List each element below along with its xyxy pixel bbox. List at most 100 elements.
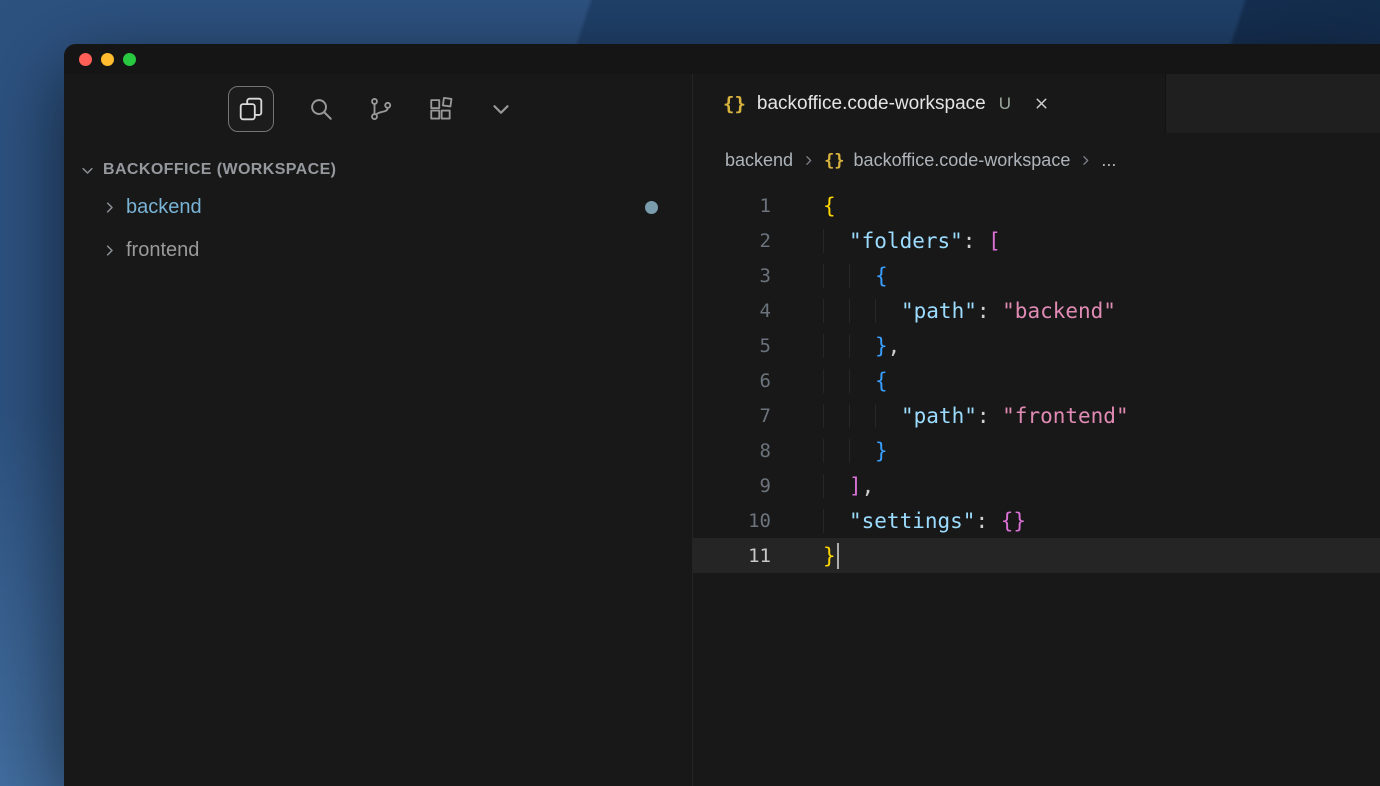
code-line-5[interactable]: 5}, (693, 328, 1380, 363)
code-token: "folders" (849, 228, 963, 253)
line-number[interactable]: 11 (693, 545, 771, 567)
line-content: "folders": [ (771, 228, 1001, 253)
tree-item-label: frontend (126, 239, 200, 261)
code-token: "frontend" (1002, 403, 1129, 428)
breadcrumb: backend {} backoffice.code-workspace ... (693, 133, 1380, 188)
more-views-icon[interactable] (488, 96, 514, 122)
code-token: { (875, 368, 888, 393)
breadcrumb-symbol[interactable]: ... (1101, 150, 1116, 171)
git-status-badge: U (998, 93, 1011, 113)
line-number[interactable]: 6 (693, 370, 771, 392)
line-number[interactable]: 7 (693, 405, 771, 427)
line-number[interactable]: 8 (693, 440, 771, 462)
code-token: "settings" (849, 508, 976, 533)
line-content: }, (771, 333, 901, 358)
breadcrumb-folder[interactable]: backend (725, 150, 793, 171)
code-token: , (861, 473, 875, 498)
code-token: "path" (901, 298, 977, 323)
modified-dot-indicator (645, 201, 658, 214)
close-icon[interactable] (1033, 95, 1050, 112)
code-line-11[interactable]: 11} (693, 538, 1380, 573)
code-token: , (887, 333, 901, 358)
code-token: : (975, 508, 1001, 533)
tree-item-backend[interactable]: backend (64, 186, 692, 229)
text-cursor (836, 542, 839, 569)
line-number[interactable]: 9 (693, 475, 771, 497)
vscode-window: BACKOFFICE (WORKSPACE) backend frontend {… (64, 44, 1380, 786)
line-content: "path": "frontend" (771, 403, 1129, 428)
extensions-icon[interactable] (428, 96, 454, 122)
line-number[interactable]: 10 (693, 510, 771, 532)
indent-guide (823, 333, 849, 358)
breadcrumb-file[interactable]: backoffice.code-workspace (854, 150, 1071, 171)
code-line-10[interactable]: 10 "settings": {} (693, 503, 1380, 538)
line-number[interactable]: 1 (693, 195, 771, 217)
indent-guide (823, 473, 849, 498)
code-line-3[interactable]: 3{ (693, 258, 1380, 293)
code-token: { (823, 193, 836, 218)
activity-bar (64, 74, 692, 144)
search-icon[interactable] (308, 96, 334, 122)
code-token: } (875, 438, 888, 463)
close-traffic-light[interactable] (79, 52, 92, 66)
indent-guide (875, 298, 901, 323)
indent-guide (875, 403, 901, 428)
tab-backoffice-code-workspace[interactable]: {} backoffice.code-workspace U (693, 74, 1166, 133)
file-tree: backend frontend (64, 186, 692, 272)
line-content: ], (771, 473, 875, 498)
code-token: : (962, 228, 989, 253)
code-lines: 1{2 "folders": [3{4 "path": "backend" 5}, 6{… (693, 188, 1380, 573)
line-number[interactable]: 5 (693, 335, 771, 357)
indent-guide (849, 333, 875, 358)
indent-guide (823, 228, 849, 253)
line-content: { (771, 263, 888, 288)
line-content: { (771, 194, 836, 218)
indent-guide (823, 403, 849, 428)
line-content: } (771, 542, 839, 569)
code-line-1[interactable]: 1{ (693, 188, 1380, 223)
code-line-2[interactable]: 2 "folders": [ (693, 223, 1380, 258)
code-token: "path" (901, 403, 977, 428)
json-file-icon: {} (824, 150, 845, 171)
indent-guide (823, 263, 849, 288)
code-line-7[interactable]: 7 "path": "frontend" (693, 398, 1380, 433)
code-editor[interactable]: 1{2 "folders": [3{4 "path": "backend" 5}, 6{… (693, 188, 1380, 786)
line-content: { (771, 368, 888, 393)
chevron-right-icon (102, 200, 117, 215)
code-line-6[interactable]: 6{ (693, 363, 1380, 398)
sidebar-section-header[interactable]: BACKOFFICE (WORKSPACE) (64, 154, 692, 186)
indent-guide (849, 403, 875, 428)
code-line-8[interactable]: 8} (693, 433, 1380, 468)
minimize-traffic-light[interactable] (101, 52, 114, 66)
code-token: [ (988, 228, 1001, 253)
indent-guide (849, 298, 875, 323)
code-token: : (976, 298, 1003, 323)
tab-label: backoffice.code-workspace (756, 92, 986, 114)
line-number[interactable]: 2 (693, 230, 771, 252)
source-control-icon[interactable] (368, 96, 394, 122)
chevron-right-icon (1079, 154, 1092, 167)
screen: BACKOFFICE (WORKSPACE) backend frontend {… (0, 0, 1380, 786)
sidebar: BACKOFFICE (WORKSPACE) backend frontend (64, 74, 692, 786)
tab-bar: {} backoffice.code-workspace U (693, 74, 1380, 133)
window-titlebar[interactable] (64, 44, 1380, 74)
zoom-traffic-light[interactable] (123, 52, 136, 66)
code-token: { (875, 263, 888, 288)
indent-guide (849, 263, 875, 288)
code-line-9[interactable]: 9], (693, 468, 1380, 503)
line-number[interactable]: 3 (693, 265, 771, 287)
code-line-4[interactable]: 4 "path": "backend" (693, 293, 1380, 328)
indent-guide (823, 508, 849, 533)
code-token: {} (1000, 508, 1027, 533)
explorer-icon[interactable] (228, 86, 274, 132)
indent-guide (823, 438, 849, 463)
line-number[interactable]: 4 (693, 300, 771, 322)
indent-guide (823, 298, 849, 323)
window-body: BACKOFFICE (WORKSPACE) backend frontend {… (64, 74, 1380, 786)
chevron-right-icon (102, 243, 117, 258)
tree-item-label: backend (126, 196, 202, 218)
tree-item-frontend[interactable]: frontend (64, 229, 692, 272)
line-content: "path": "backend" (771, 298, 1116, 323)
code-token: } (823, 543, 836, 568)
chevron-down-icon (80, 163, 95, 178)
